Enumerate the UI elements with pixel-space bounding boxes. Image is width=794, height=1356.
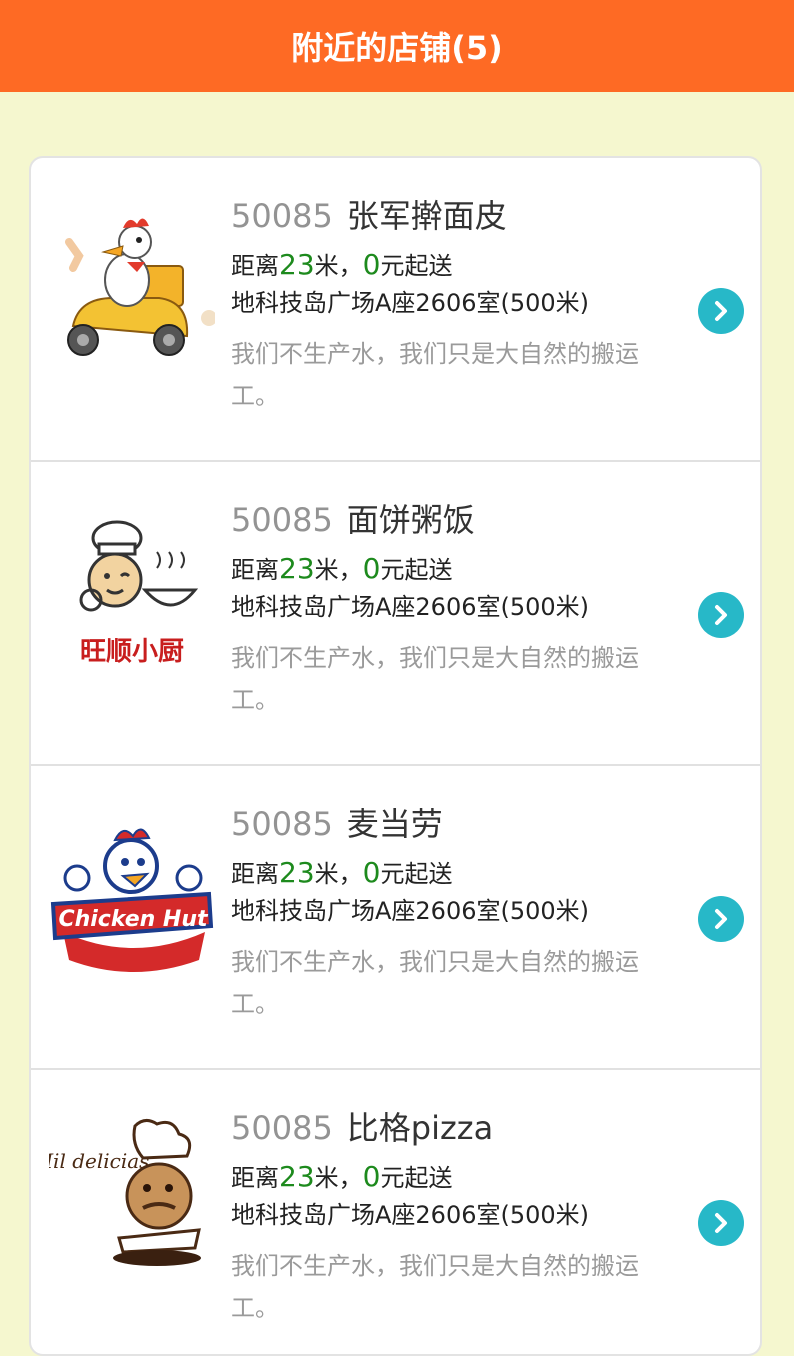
- distance-unit: 米，: [314, 556, 363, 584]
- distance-unit: 米，: [314, 252, 363, 280]
- shop-id: 50085: [231, 501, 333, 539]
- shop-address: 地科技岛广场A座2606室(500米): [231, 897, 590, 925]
- logo-text: Mil delicias: [49, 1149, 149, 1173]
- delivery-meta: 距离23米，0元起送: [231, 550, 661, 589]
- distance-unit: 米，: [314, 860, 363, 888]
- distance-prefix: 距离: [231, 556, 279, 584]
- delivery-meta: 距离23米，0元起送: [231, 854, 661, 893]
- shop-item[interactable]: 50085 张军擀面皮 距离23米，0元起送 地科技岛广场A座2606室(500米…: [31, 158, 760, 462]
- shop-title: 50085 张军擀面皮: [231, 192, 661, 240]
- shop-logo: Chicken Hut: [49, 814, 215, 980]
- min-order-value: 0: [362, 248, 381, 281]
- chevron-right-circle-icon[interactable]: [698, 1200, 744, 1246]
- shop-address: 地科技岛广场A座2606室(500米): [231, 1201, 590, 1229]
- distance-unit: 米，: [314, 1164, 363, 1192]
- distance-value: 23: [279, 856, 315, 889]
- shop-title: 50085 比格pizza: [231, 1104, 661, 1152]
- distance-prefix: 距离: [231, 860, 279, 888]
- shop-name: 麦当劳: [346, 805, 443, 843]
- shop-id: 50085: [231, 1109, 333, 1147]
- shop-title: 50085 面饼粥饭: [231, 496, 661, 544]
- chevron-right-circle-icon[interactable]: [698, 592, 744, 638]
- shop-address: 地科技岛广场A座2606室(500米): [231, 289, 590, 317]
- distance-prefix: 距离: [231, 252, 279, 280]
- min-order-suffix: 元起送: [380, 1164, 453, 1192]
- chevron-right-circle-icon[interactable]: [698, 288, 744, 334]
- shop-item[interactable]: Chicken Hut 50085 麦当劳 距离23米，0元起送 地科技岛广场A座…: [31, 766, 760, 1070]
- shop-address: 地科技岛广场A座2606室(500米): [231, 593, 590, 621]
- distance-value: 23: [279, 1160, 315, 1193]
- chevron-right-circle-icon[interactable]: [698, 896, 744, 942]
- logo-text: 旺顺小厨: [80, 637, 184, 667]
- shop-logo: [49, 206, 215, 372]
- delivery-meta: 距离23米，0元起送: [231, 246, 661, 285]
- delivery-meta: 距离23米，0元起送: [231, 1158, 661, 1197]
- shop-id: 50085: [231, 197, 333, 235]
- shop-slogan: 我们不生产水，我们只是大自然的搬运工。: [231, 948, 639, 1018]
- logo-text: Chicken Hut: [58, 907, 209, 932]
- page-title: 附近的店铺(5): [291, 29, 503, 67]
- min-order-suffix: 元起送: [380, 860, 453, 888]
- shop-slogan: 我们不生产水，我们只是大自然的搬运工。: [231, 1252, 639, 1322]
- shop-info: 50085 面饼粥饭 距离23米，0元起送 地科技岛广场A座2606室(500米)…: [231, 496, 661, 721]
- distance-value: 23: [279, 248, 315, 281]
- shop-logo: Mil delicias: [49, 1118, 215, 1284]
- shop-item[interactable]: Mil delicias 50085 比格pizza 距离23米，0元起送 地科技…: [31, 1070, 760, 1354]
- min-order-value: 0: [362, 856, 381, 889]
- min-order-value: 0: [362, 552, 381, 585]
- shop-slogan: 我们不生产水，我们只是大自然的搬运工。: [231, 340, 639, 410]
- shop-id: 50085: [231, 805, 333, 843]
- shop-slogan: 我们不生产水，我们只是大自然的搬运工。: [231, 644, 639, 714]
- shop-name: 面饼粥饭: [346, 501, 475, 539]
- distance-value: 23: [279, 552, 315, 585]
- shop-item[interactable]: 旺顺小厨 50085 面饼粥饭 距离23米，0元起送 地科技岛广场A座2606室(…: [31, 462, 760, 766]
- min-order-suffix: 元起送: [380, 556, 453, 584]
- shop-name: 比格pizza: [346, 1109, 494, 1147]
- shop-info: 50085 麦当劳 距离23米，0元起送 地科技岛广场A座2606室(500米) …: [231, 800, 661, 1025]
- page-header: 附近的店铺(5): [0, 0, 794, 92]
- shop-list: 50085 张军擀面皮 距离23米，0元起送 地科技岛广场A座2606室(500米…: [29, 156, 762, 1356]
- shop-name: 张军擀面皮: [346, 197, 507, 235]
- shop-logo: 旺顺小厨: [49, 510, 215, 676]
- shop-info: 50085 比格pizza 距离23米，0元起送 地科技岛广场A座2606室(50…: [231, 1104, 661, 1329]
- distance-prefix: 距离: [231, 1164, 279, 1192]
- min-order-suffix: 元起送: [380, 252, 453, 280]
- min-order-value: 0: [362, 1160, 381, 1193]
- shop-title: 50085 麦当劳: [231, 800, 661, 848]
- shop-info: 50085 张军擀面皮 距离23米，0元起送 地科技岛广场A座2606室(500米…: [231, 192, 661, 417]
